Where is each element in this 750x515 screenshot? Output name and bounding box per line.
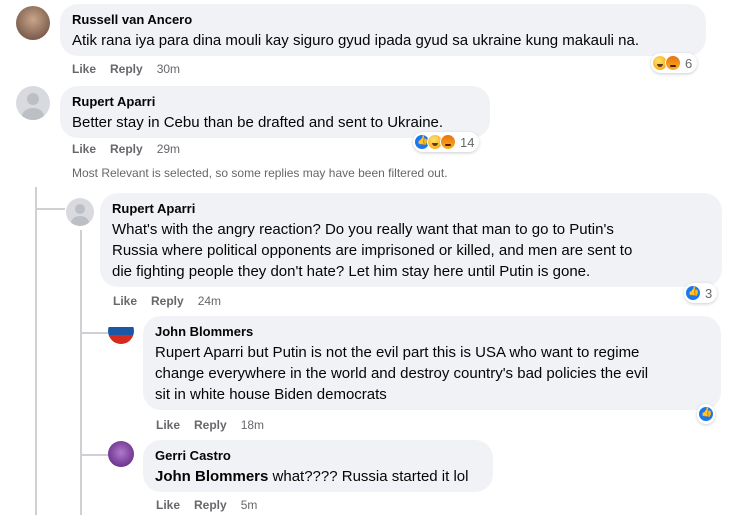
reply-bubble: Gerri Castro John Blommers what???? Russ… [143,440,493,492]
reply-button[interactable]: Reply [110,62,143,76]
angry-icon [440,134,456,150]
reply-text-line: die fighting people they don't hate? Let… [112,263,591,280]
like-button[interactable]: Like [72,62,96,76]
mention-link[interactable]: John Blommers [155,468,268,485]
thread-connector [80,332,108,334]
reply-text-line: Rupert Aparri but Putin is not the evil … [155,344,640,361]
avatar[interactable] [108,441,134,467]
reply-text-body: what???? Russia started it lol [272,468,469,485]
flag-avatar-icon [108,318,134,344]
reaction-count: 14 [460,134,475,150]
reply-button[interactable]: Reply [110,142,143,156]
reply-text-line: What's with the angry reaction? Do you r… [112,221,614,238]
like-button[interactable]: Like [113,294,137,308]
reply-button[interactable]: Reply [151,294,184,308]
reaction-summary[interactable]: 14 [413,132,480,152]
reply-button[interactable]: Reply [194,418,227,432]
like-button[interactable]: Like [156,418,180,432]
reaction-summary[interactable]: 6 [651,53,698,73]
comment-bubble: Russell van Ancero Atik rana iya para di… [60,4,706,56]
comment-actions: Like Reply 30m [72,62,194,76]
like-button[interactable]: Like [72,142,96,156]
reply-author[interactable]: John Blommers [155,324,709,340]
default-avatar-icon [71,204,89,226]
reply-bubble: John Blommers Rupert Aparri but Putin is… [143,316,721,410]
timestamp[interactable]: 30m [157,62,180,76]
reply-actions: Like Reply 24m [113,294,235,308]
reply-button[interactable]: Reply [194,498,227,512]
reply-actions: Like Reply 5m [156,498,271,512]
reaction-summary[interactable]: 3 [684,283,718,303]
reply-bubble: Rupert Aparri What's with the angry reac… [100,193,722,287]
reply-author[interactable]: Gerri Castro [155,448,481,464]
comment-bubble: Rupert Aparri Better stay in Cebu than b… [60,86,490,138]
reply-actions: Like Reply 18m [156,418,278,432]
filter-notice: Most Relevant is selected, so some repli… [72,166,448,180]
comment-author[interactable]: Russell van Ancero [72,12,694,28]
thread-connector [35,208,65,210]
comment-text: Atik rana iya para dina mouli kay siguro… [72,32,639,49]
reply-text: John Blommers what???? Russia started it… [155,466,481,487]
angry-icon [665,55,681,71]
like-icon [698,406,714,422]
avatar[interactable] [66,198,94,226]
reply-author[interactable]: Rupert Aparri [112,201,710,217]
timestamp[interactable]: 18m [241,418,264,432]
like-icon [685,285,701,301]
default-avatar-icon [22,93,44,120]
reaction-count: 3 [705,285,713,301]
reply-text-line: Russia where political opponents are imp… [112,242,633,259]
like-button[interactable]: Like [156,498,180,512]
timestamp[interactable]: 5m [241,498,258,512]
avatar[interactable] [16,6,50,40]
thread-line [35,187,37,515]
reaction-count: 6 [685,55,693,71]
thread-connector [80,454,108,456]
thread-line [80,230,82,515]
avatar[interactable] [16,86,50,120]
reaction-summary[interactable] [697,404,715,424]
comment-text: Better stay in Cebu than be drafted and … [72,114,444,131]
comment-actions: Like Reply 29m [72,142,194,156]
timestamp[interactable]: 24m [198,294,221,308]
timestamp[interactable]: 29m [157,142,180,156]
reply-text-line: change everywhere in the world and destr… [155,365,649,382]
comment-author[interactable]: Rupert Aparri [72,94,478,110]
reply-text-line: sit in white house Biden democrats [155,386,387,403]
avatar[interactable] [108,318,134,344]
